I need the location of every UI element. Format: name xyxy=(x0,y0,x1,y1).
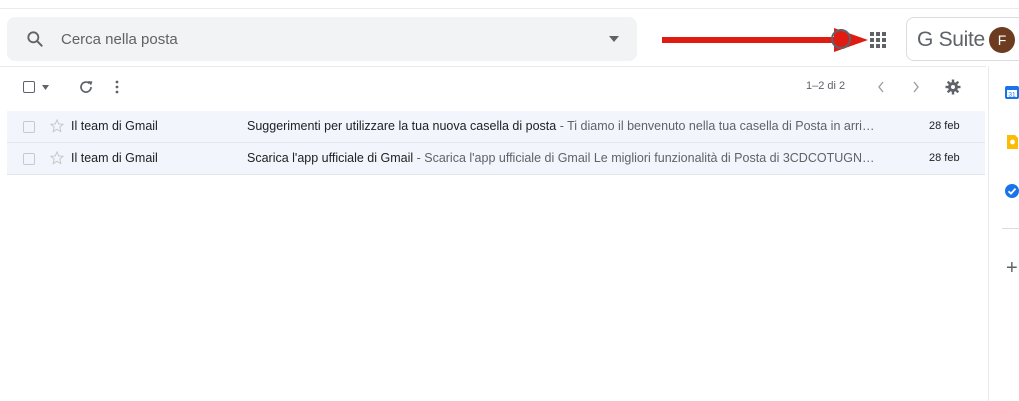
apps-grid-icon[interactable] xyxy=(868,30,888,50)
search-input[interactable] xyxy=(61,27,581,51)
email-sender: Il team di Gmail xyxy=(71,151,158,165)
header-divider xyxy=(0,66,986,67)
gear-icon[interactable] xyxy=(945,79,961,95)
email-subject: Suggerimenti per utilizzare la tua nuova… xyxy=(247,119,557,133)
help-icon[interactable] xyxy=(830,28,852,50)
calendar-day: 31 xyxy=(1008,91,1016,98)
row-checkbox[interactable] xyxy=(23,153,35,165)
email-row[interactable]: Il team di Gmail Suggerimenti per utiliz… xyxy=(7,111,985,143)
email-message: Scarica l'app ufficiale di Gmail - Scari… xyxy=(247,151,883,165)
refresh-icon[interactable] xyxy=(78,79,94,95)
email-message: Suggerimenti per utilizzare la tua nuova… xyxy=(247,119,883,133)
chevron-right-icon[interactable] xyxy=(912,81,920,93)
avatar[interactable]: F xyxy=(989,27,1015,53)
keep-icon[interactable] xyxy=(1004,134,1019,150)
email-date: 28 feb xyxy=(929,152,960,164)
email-snippet: - Scarica l'app ufficiale di Gmail Le mi… xyxy=(413,151,875,165)
select-all-checkbox[interactable] xyxy=(23,81,35,93)
search-options-caret-icon[interactable] xyxy=(609,35,619,43)
email-row[interactable]: Il team di Gmail Scarica l'app ufficiale… xyxy=(7,143,985,175)
add-addon-icon[interactable]: + xyxy=(1006,258,1018,278)
gsuite-logo: G Suite xyxy=(917,28,985,51)
tasks-icon[interactable] xyxy=(1004,183,1019,199)
star-icon[interactable] xyxy=(50,151,64,165)
email-sender: Il team di Gmail xyxy=(71,119,158,133)
chevron-left-icon[interactable] xyxy=(877,81,885,93)
gsuite-account-box[interactable]: G Suite F xyxy=(906,17,1019,61)
calendar-icon[interactable]: 31 xyxy=(1004,84,1019,100)
side-panel-separator xyxy=(1002,228,1019,229)
email-list: Il team di Gmail Suggerimenti per utiliz… xyxy=(7,111,985,175)
search-bar[interactable] xyxy=(7,17,637,61)
more-options-icon[interactable] xyxy=(114,79,120,95)
email-snippet: - Ti diamo il benvenuto nella tua casell… xyxy=(556,119,875,133)
search-icon[interactable] xyxy=(25,29,45,49)
email-subject: Scarica l'app ufficiale di Gmail xyxy=(247,151,414,165)
select-options-caret-icon[interactable] xyxy=(42,85,49,90)
top-divider xyxy=(0,8,1019,9)
side-panel-divider xyxy=(988,66,989,401)
row-checkbox[interactable] xyxy=(23,121,35,133)
star-icon[interactable] xyxy=(50,119,64,133)
pagination-text: 1–2 di 2 xyxy=(806,80,846,92)
email-date: 28 feb xyxy=(929,120,960,132)
